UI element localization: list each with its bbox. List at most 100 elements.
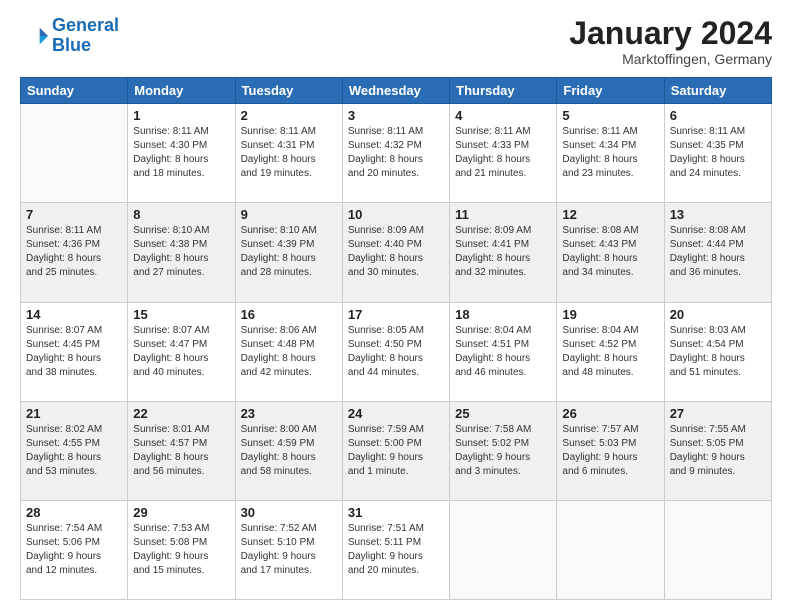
day-number: 24 — [348, 406, 444, 421]
calendar-cell: 25 Sunrise: 7:58 AMSunset: 5:02 PMDayligh… — [450, 401, 557, 500]
day-number: 28 — [26, 505, 122, 520]
calendar-cell — [664, 500, 771, 599]
location: Marktoffingen, Germany — [569, 51, 772, 67]
calendar-cell: 6Sunrise: 8:11 AMSunset: 4:35 PMDaylight… — [664, 104, 771, 203]
calendar-cell: 18 Sunrise: 8:04 AMSunset: 4:51 PMDayligh… — [450, 302, 557, 401]
day-number: 20 — [670, 307, 766, 322]
day-number: 8 — [133, 207, 229, 222]
calendar-row-2: 7 Sunrise: 8:11 AMSunset: 4:36 PMDaylight… — [21, 203, 772, 302]
day-number: 10 — [348, 207, 444, 222]
day-info: Sunrise: 8:10 AMSunset: 4:39 PMDaylight:… — [241, 224, 337, 280]
calendar-cell: 29 Sunrise: 7:53 AMSunset: 5:08 PMDayligh… — [128, 500, 235, 599]
calendar-cell: 14 Sunrise: 8:07 AMSunset: 4:45 PMDayligh… — [21, 302, 128, 401]
calendar-cell: 16Sunrise: 8:06 AMSunset: 4:48 PMDayligh… — [235, 302, 342, 401]
calendar-cell: 22Sunrise: 8:01 AMSunset: 4:57 PMDayligh… — [128, 401, 235, 500]
day-info: Sunrise: 8:03 AMSunset: 4:54 PMDaylight:… — [670, 324, 766, 380]
calendar-cell: 15 Sunrise: 8:07 AMSunset: 4:47 PMDayligh… — [128, 302, 235, 401]
calendar-cell: 17 Sunrise: 8:05 AMSunset: 4:50 PMDayligh… — [342, 302, 449, 401]
day-info: Sunrise: 8:05 AMSunset: 4:50 PMDaylight:… — [348, 324, 444, 380]
day-number: 31 — [348, 505, 444, 520]
day-number: 25 — [455, 406, 551, 421]
day-number: 12 — [562, 207, 658, 222]
weekday-header-sunday: Sunday — [21, 78, 128, 104]
weekday-header-saturday: Saturday — [664, 78, 771, 104]
day-info: Sunrise: 7:55 AMSunset: 5:05 PMDaylight:… — [670, 423, 766, 479]
calendar-cell: 11Sunrise: 8:09 AMSunset: 4:41 PMDayligh… — [450, 203, 557, 302]
calendar-cell: 27 Sunrise: 7:55 AMSunset: 5:05 PMDayligh… — [664, 401, 771, 500]
day-number: 30 — [241, 505, 337, 520]
day-info: Sunrise: 7:58 AMSunset: 5:02 PMDaylight:… — [455, 423, 551, 479]
day-info: Sunrise: 7:54 AMSunset: 5:06 PMDaylight:… — [26, 522, 122, 578]
day-number: 2 — [241, 108, 337, 123]
day-info: Sunrise: 8:04 AMSunset: 4:52 PMDaylight:… — [562, 324, 658, 380]
day-info: Sunrise: 8:02 AMSunset: 4:55 PMDaylight:… — [26, 423, 122, 479]
day-info: Sunrise: 8:09 AMSunset: 4:41 PMDaylight:… — [455, 224, 551, 280]
calendar-cell: 20 Sunrise: 8:03 AMSunset: 4:54 PMDayligh… — [664, 302, 771, 401]
logo-text: General Blue — [52, 16, 119, 56]
calendar-cell — [450, 500, 557, 599]
day-number: 1 — [133, 108, 229, 123]
day-number: 29 — [133, 505, 229, 520]
day-number: 9 — [241, 207, 337, 222]
calendar-cell: 26 Sunrise: 7:57 AMSunset: 5:03 PMDayligh… — [557, 401, 664, 500]
weekday-header-wednesday: Wednesday — [342, 78, 449, 104]
day-number: 18 — [455, 307, 551, 322]
weekday-header-friday: Friday — [557, 78, 664, 104]
day-number: 16 — [241, 307, 337, 322]
day-info: Sunrise: 7:53 AMSunset: 5:08 PMDaylight:… — [133, 522, 229, 578]
day-info: Sunrise: 7:57 AMSunset: 5:03 PMDaylight:… — [562, 423, 658, 479]
calendar-row-5: 28 Sunrise: 7:54 AMSunset: 5:06 PMDayligh… — [21, 500, 772, 599]
day-info: Sunrise: 8:08 AMSunset: 4:43 PMDaylight:… — [562, 224, 658, 280]
day-info: Sunrise: 8:00 AMSunset: 4:59 PMDaylight:… — [241, 423, 337, 479]
month-title: January 2024 — [569, 16, 772, 51]
day-info: Sunrise: 7:52 AMSunset: 5:10 PMDaylight:… — [241, 522, 337, 578]
calendar-cell: 31Sunrise: 7:51 AMSunset: 5:11 PMDayligh… — [342, 500, 449, 599]
page: General Blue January 2024 Marktoffingen,… — [0, 0, 792, 612]
day-info: Sunrise: 7:59 AMSunset: 5:00 PMDaylight:… — [348, 423, 444, 479]
day-info: Sunrise: 8:07 AMSunset: 4:45 PMDaylight:… — [26, 324, 122, 380]
day-info: Sunrise: 8:10 AMSunset: 4:38 PMDaylight:… — [133, 224, 229, 280]
day-info: Sunrise: 8:07 AMSunset: 4:47 PMDaylight:… — [133, 324, 229, 380]
weekday-header-tuesday: Tuesday — [235, 78, 342, 104]
calendar-cell: 1Sunrise: 8:11 AMSunset: 4:30 PMDaylight… — [128, 104, 235, 203]
day-number: 7 — [26, 207, 122, 222]
title-block: January 2024 Marktoffingen, Germany — [569, 16, 772, 67]
day-info: Sunrise: 8:08 AMSunset: 4:44 PMDaylight:… — [670, 224, 766, 280]
calendar-cell: 7 Sunrise: 8:11 AMSunset: 4:36 PMDaylight… — [21, 203, 128, 302]
day-info: Sunrise: 8:11 AMSunset: 4:36 PMDaylight:… — [26, 224, 122, 280]
logo: General Blue — [20, 16, 119, 56]
day-number: 15 — [133, 307, 229, 322]
calendar-table: SundayMondayTuesdayWednesdayThursdayFrid… — [20, 77, 772, 600]
day-info: Sunrise: 8:11 AMSunset: 4:34 PMDaylight:… — [562, 125, 658, 181]
day-number: 26 — [562, 406, 658, 421]
calendar-cell: 3 Sunrise: 8:11 AMSunset: 4:32 PMDaylight… — [342, 104, 449, 203]
calendar-cell — [21, 104, 128, 203]
header-row: SundayMondayTuesdayWednesdayThursdayFrid… — [21, 78, 772, 104]
day-info: Sunrise: 8:11 AMSunset: 4:35 PMDaylight:… — [670, 125, 766, 181]
day-info: Sunrise: 8:11 AMSunset: 4:32 PMDaylight:… — [348, 125, 444, 181]
day-info: Sunrise: 8:04 AMSunset: 4:51 PMDaylight:… — [455, 324, 551, 380]
calendar-cell: 9 Sunrise: 8:10 AMSunset: 4:39 PMDaylight… — [235, 203, 342, 302]
day-number: 5 — [562, 108, 658, 123]
logo-line1: General — [52, 15, 119, 35]
weekday-header-monday: Monday — [128, 78, 235, 104]
day-number: 17 — [348, 307, 444, 322]
calendar-cell: 13 Sunrise: 8:08 AMSunset: 4:44 PMDayligh… — [664, 203, 771, 302]
day-info: Sunrise: 8:09 AMSunset: 4:40 PMDaylight:… — [348, 224, 444, 280]
day-number: 14 — [26, 307, 122, 322]
calendar-cell: 19 Sunrise: 8:04 AMSunset: 4:52 PMDayligh… — [557, 302, 664, 401]
day-number: 27 — [670, 406, 766, 421]
calendar-cell: 23 Sunrise: 8:00 AMSunset: 4:59 PMDayligh… — [235, 401, 342, 500]
logo-line2: Blue — [52, 36, 119, 56]
calendar-cell: 5 Sunrise: 8:11 AMSunset: 4:34 PMDaylight… — [557, 104, 664, 203]
day-number: 19 — [562, 307, 658, 322]
header: General Blue January 2024 Marktoffingen,… — [20, 16, 772, 67]
calendar-cell: 2 Sunrise: 8:11 AMSunset: 4:31 PMDaylight… — [235, 104, 342, 203]
day-number: 23 — [241, 406, 337, 421]
day-info: Sunrise: 8:01 AMSunset: 4:57 PMDaylight:… — [133, 423, 229, 479]
calendar-cell: 30 Sunrise: 7:52 AMSunset: 5:10 PMDayligh… — [235, 500, 342, 599]
day-info: Sunrise: 8:11 AMSunset: 4:31 PMDaylight:… — [241, 125, 337, 181]
day-number: 3 — [348, 108, 444, 123]
calendar-cell: 4Sunrise: 8:11 AMSunset: 4:33 PMDaylight… — [450, 104, 557, 203]
day-number: 13 — [670, 207, 766, 222]
